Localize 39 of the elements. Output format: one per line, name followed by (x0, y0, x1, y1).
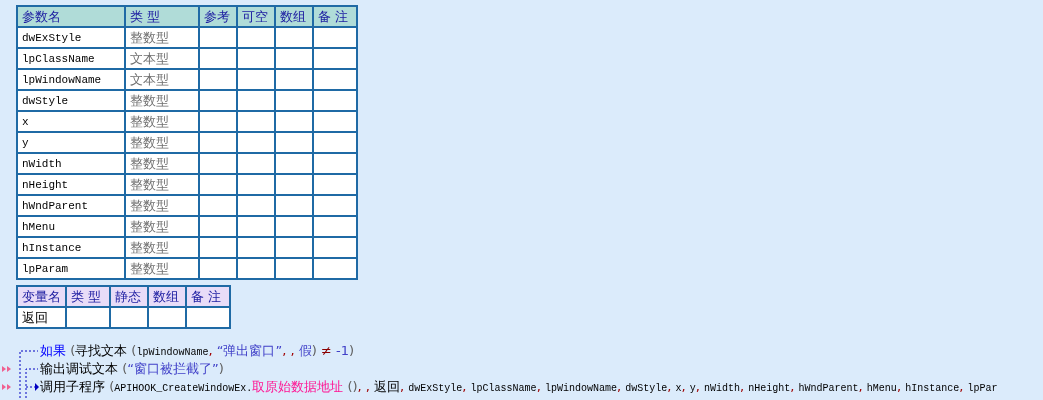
table-cell: lpClassName (17, 48, 125, 69)
table-cell: nWidth (17, 153, 125, 174)
column-header: 类 型 (125, 6, 199, 27)
column-header: 备 注 (186, 286, 230, 307)
table-cell: 整数型 (125, 90, 199, 111)
column-header: 数组 (148, 286, 186, 307)
table-cell: 整数型 (125, 195, 199, 216)
column-header: 参数名 (17, 6, 125, 27)
code-line: 如果 (寻找文本 (lpWindowName, “弹出窗口”, , 假) ≠ -1) (40, 342, 355, 360)
column-header: 静态 (110, 286, 148, 307)
table-cell: 返回 (17, 307, 66, 328)
table-cell: lpParam (17, 258, 125, 279)
table-cell: 文本型 (125, 69, 199, 90)
column-header: 备 注 (313, 6, 357, 27)
table-cell: 整数型 (125, 132, 199, 153)
column-header: 数组 (275, 6, 313, 27)
table-cell: 整数型 (125, 237, 199, 258)
table-cell: hMenu (17, 216, 125, 237)
column-header: 可空 (237, 6, 275, 27)
table-cell: 整数型 (125, 27, 199, 48)
table-cell: 整数型 (125, 258, 199, 279)
table-cell: x (17, 111, 125, 132)
table-cell: 文本型 (125, 48, 199, 69)
table-cell: nHeight (17, 174, 125, 195)
code-line: 调用子程序 (APIHOOK_CreateWindowEx.取原始数据地址 (), , 返回, dwExStyle, lpClassName, lpWindowName, dwStyle, x, y, nWidth, nHeight, hWndParent, hMenu, hInstance, lpPar (40, 378, 998, 396)
column-header: 变量名 (17, 286, 66, 307)
table-cell: y (17, 132, 125, 153)
code-line: 输出调试文本 (“窗口被拦截了”) (40, 360, 224, 378)
table-cell: 整数型 (125, 153, 199, 174)
table-cell: lpWindowName (17, 69, 125, 90)
table-cell: 整数型 (125, 174, 199, 195)
table-cell: 整数型 (125, 216, 199, 237)
column-header: 参考 (199, 6, 237, 27)
column-header: 类 型 (66, 286, 110, 307)
table-cell: hInstance (17, 237, 125, 258)
table-cell: hWndParent (17, 195, 125, 216)
table-cell: dwExStyle (17, 27, 125, 48)
table-cell: 整数型 (125, 111, 199, 132)
table-cell: dwStyle (17, 90, 125, 111)
